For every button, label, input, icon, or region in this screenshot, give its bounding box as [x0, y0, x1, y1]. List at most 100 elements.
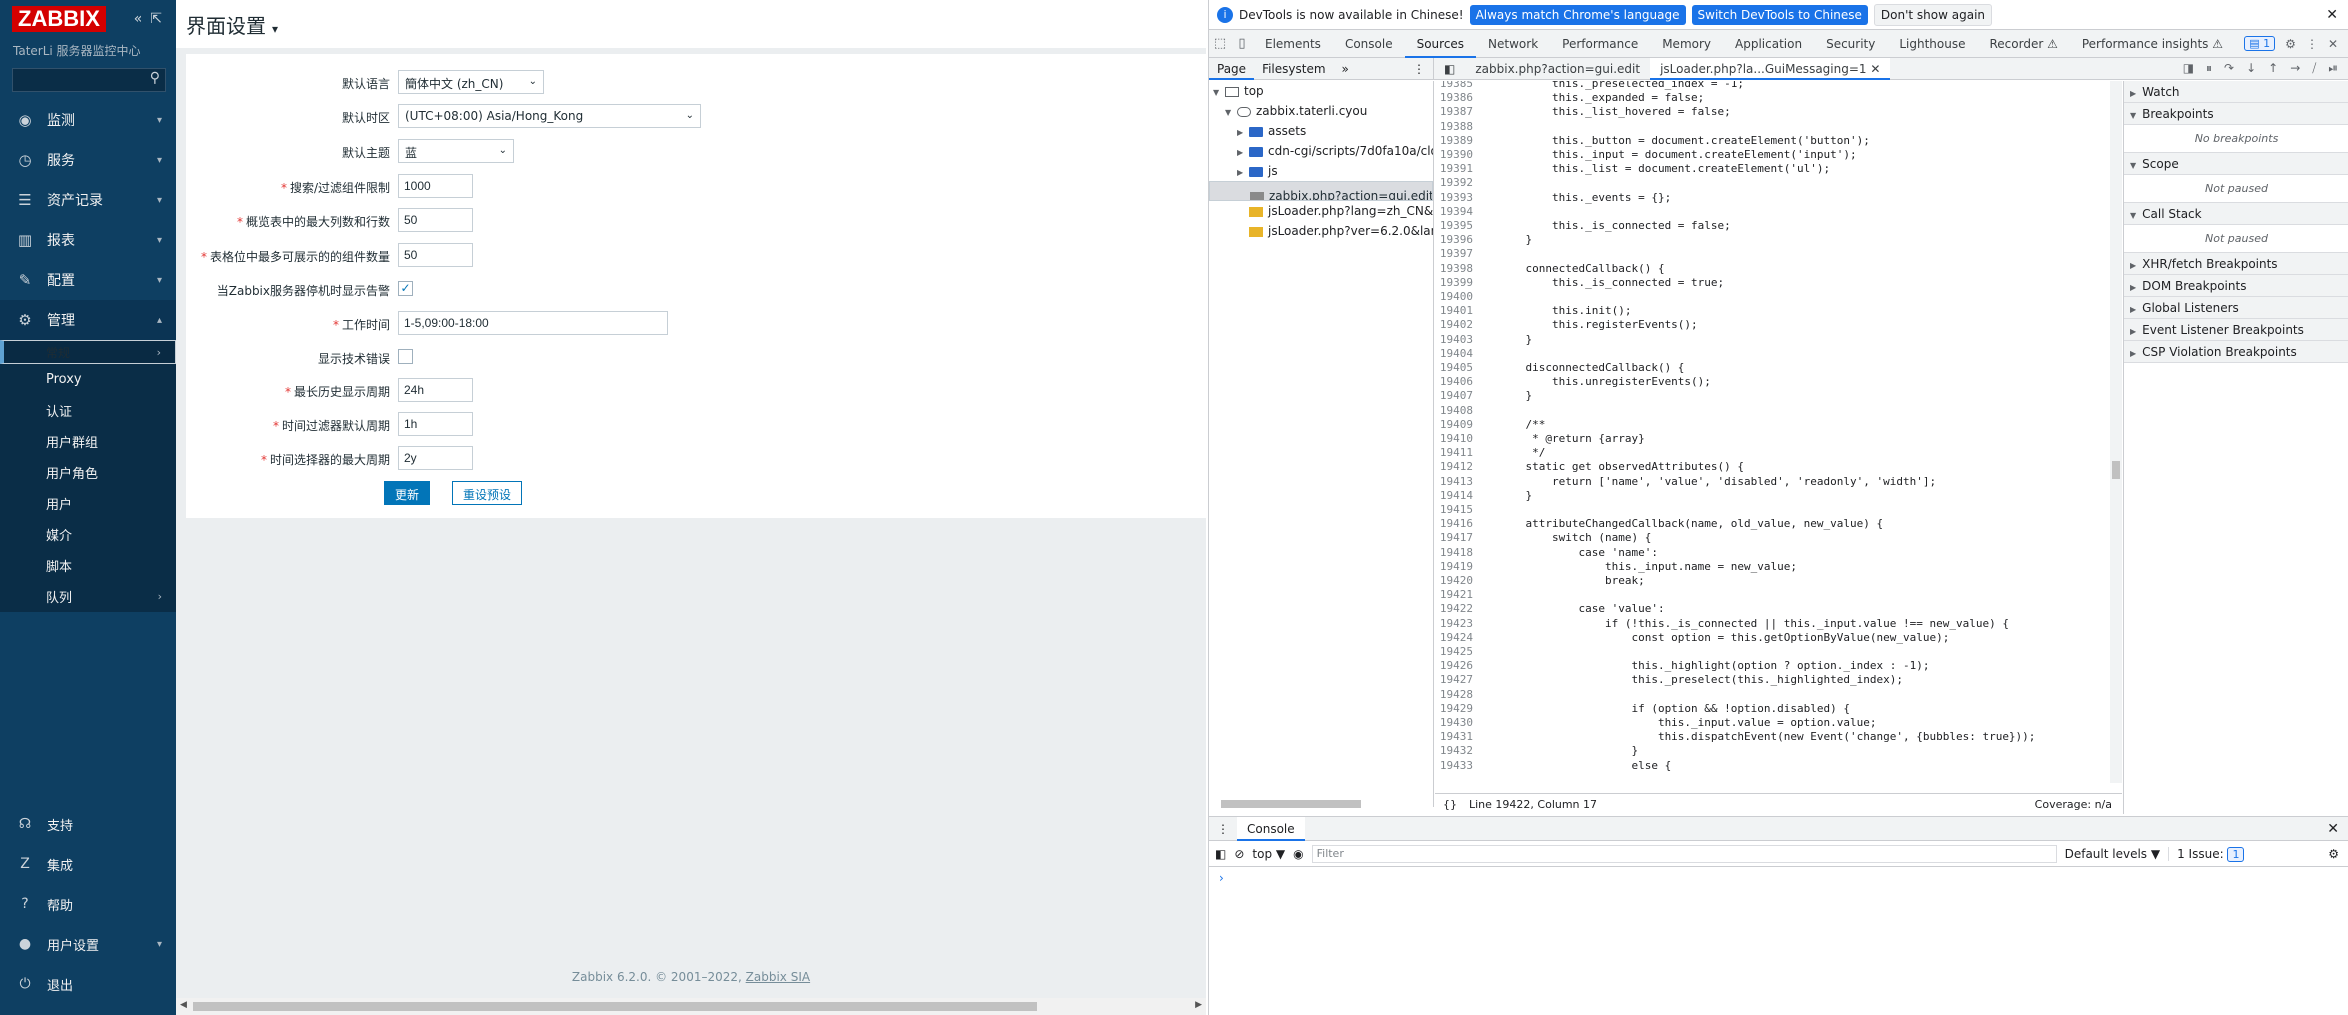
- line-number[interactable]: 19386: [1435, 91, 1485, 104]
- line-number[interactable]: 19427: [1435, 673, 1485, 686]
- code-line[interactable]: this.registerEvents();: [1499, 318, 1698, 331]
- line-number[interactable]: 19423: [1435, 617, 1485, 630]
- section-event-listener-breakpoints[interactable]: ▶ Event Listener Breakpoints: [2124, 319, 2348, 341]
- language-select[interactable]: 簡体中文 (zh_CN) ⌄: [398, 70, 544, 94]
- line-number[interactable]: 19431: [1435, 730, 1485, 743]
- menu-item-services[interactable]: ◷ 服务 ▾: [0, 140, 176, 180]
- line-number[interactable]: 19397: [1435, 247, 1485, 260]
- more-tabs-icon[interactable]: »: [1334, 58, 1357, 80]
- console-issues-button[interactable]: 1 Issue: 1: [2168, 846, 2245, 862]
- tech-errors-checkbox[interactable]: [398, 349, 413, 364]
- tree-node-cdn-cgi[interactable]: ▶ cdn-cgi/scripts/7d0fa10a/cloud: [1209, 141, 1433, 161]
- section-breakpoints[interactable]: ▼ Breakpoints: [2124, 103, 2348, 125]
- tree-node-domain[interactable]: ▼ zabbix.taterli.cyou: [1209, 101, 1433, 121]
- console-prompt[interactable]: ›: [1209, 867, 2348, 889]
- line-number[interactable]: 19394: [1435, 205, 1485, 218]
- console-filter-input[interactable]: Filter: [1311, 844, 2057, 863]
- line-number[interactable]: 19400: [1435, 290, 1485, 303]
- page-horizontal-scrollbar[interactable]: ◀ ▶: [176, 998, 1206, 1015]
- section-call-stack[interactable]: ▼ Call Stack: [2124, 203, 2348, 225]
- tree-node-jsloader-ver[interactable]: jsLoader.php?ver=6.2.0&lang=: [1209, 221, 1433, 241]
- line-number[interactable]: 19395: [1435, 219, 1485, 232]
- menu-item-inventory[interactable]: ☰ 资产记录 ▾: [0, 180, 176, 220]
- code-line[interactable]: this.dispatchEvent(new Event('change', {…: [1499, 730, 2036, 743]
- line-number[interactable]: 19399: [1435, 276, 1485, 289]
- line-number[interactable]: 19416: [1435, 517, 1485, 530]
- search-icon[interactable]: ⚲: [150, 70, 160, 86]
- console-settings-icon[interactable]: ⚙: [2328, 847, 2339, 861]
- selector-period-input[interactable]: [398, 446, 473, 470]
- update-button[interactable]: 更新: [384, 481, 431, 505]
- pretty-print-icon[interactable]: {}: [1443, 798, 1457, 811]
- line-number[interactable]: 19385: [1435, 81, 1485, 90]
- device-toolbar-icon[interactable]: ▯: [1231, 36, 1253, 51]
- pause-icon[interactable]: ⏸: [2206, 61, 2212, 76]
- menu-item-sign-out[interactable]: ⏻ 退出: [0, 964, 176, 1004]
- line-number[interactable]: 19404: [1435, 347, 1485, 360]
- line-number[interactable]: 19420: [1435, 574, 1485, 587]
- line-number[interactable]: 19418: [1435, 546, 1485, 559]
- theme-select[interactable]: 蓝 ⌄: [398, 139, 514, 163]
- issues-badge[interactable]: ▤ 1: [2244, 36, 2276, 51]
- code-line[interactable]: this._highlight(option ? option._index :…: [1499, 659, 1929, 672]
- code-line[interactable]: connectedCallback() {: [1499, 262, 1664, 275]
- scrollbar-thumb[interactable]: [2112, 461, 2120, 479]
- scroll-left-icon[interactable]: ◀: [180, 1000, 187, 1010]
- line-number[interactable]: 19419: [1435, 560, 1485, 573]
- code-line[interactable]: if (!this._is_connected || this._input.v…: [1499, 617, 2009, 630]
- menu-item-support[interactable]: ☊ 支持: [0, 804, 176, 844]
- switch-to-chinese-button[interactable]: Switch DevTools to Chinese: [1691, 4, 1868, 25]
- code-line[interactable]: attributeChangedCallback(name, old_value…: [1499, 517, 1883, 530]
- tab-recorder[interactable]: Recorder ⚠: [1978, 30, 2070, 58]
- code-line[interactable]: }: [1499, 744, 1638, 757]
- line-number[interactable]: 19425: [1435, 645, 1485, 658]
- line-number[interactable]: 19403: [1435, 333, 1485, 346]
- close-drawer-icon[interactable]: ✕: [2327, 821, 2339, 837]
- scrollbar-thumb[interactable]: [1221, 800, 1361, 808]
- dont-show-again-button[interactable]: Don't show again: [1873, 3, 1993, 26]
- section-global-listeners[interactable]: ▶ Global Listeners: [2124, 297, 2348, 319]
- code-line[interactable]: this._events = {};: [1499, 191, 1671, 204]
- code-line[interactable]: this._input.name = new_value;: [1499, 560, 1797, 573]
- code-line[interactable]: this._button = document.createElement('b…: [1499, 134, 1870, 147]
- hide-sidebar-icon[interactable]: ⇱: [150, 11, 162, 27]
- line-number[interactable]: 19398: [1435, 262, 1485, 275]
- menu-item-configuration[interactable]: ✎ 配置 ▾: [0, 260, 176, 300]
- code-line[interactable]: }: [1499, 389, 1532, 402]
- scroll-right-icon[interactable]: ▶: [1195, 1000, 1202, 1010]
- step-out-icon[interactable]: ↑: [2268, 61, 2278, 76]
- menu-item-administration[interactable]: ⚙ 管理 ▴: [0, 300, 176, 340]
- code-line[interactable]: }: [1499, 233, 1532, 246]
- tab-filesystem[interactable]: Filesystem: [1254, 58, 1333, 80]
- code-line[interactable]: this.init();: [1499, 304, 1631, 317]
- code-line[interactable]: static get observedAttributes() {: [1499, 460, 1744, 473]
- line-number[interactable]: 19432: [1435, 744, 1485, 757]
- settings-gear-icon[interactable]: ⚙: [2285, 37, 2296, 51]
- line-number[interactable]: 19408: [1435, 404, 1485, 417]
- code-line[interactable]: if (option && !option.disabled) {: [1499, 702, 1850, 715]
- line-number[interactable]: 19393: [1435, 191, 1485, 204]
- zabbix-sia-link[interactable]: Zabbix SIA: [746, 970, 810, 984]
- menu-item-user-settings[interactable]: ● 用户设置 ▾: [0, 924, 176, 964]
- close-devtools-icon[interactable]: ✕: [2328, 37, 2338, 51]
- inspect-element-icon[interactable]: ⬚: [1209, 36, 1231, 51]
- menu-item-reports[interactable]: ▥ 报表 ▾: [0, 220, 176, 260]
- tree-node-js[interactable]: ▶ js: [1209, 161, 1433, 181]
- live-expression-eye-icon[interactable]: ◉: [1293, 847, 1303, 861]
- line-number[interactable]: 19428: [1435, 688, 1485, 701]
- code-line[interactable]: this._is_connected = false;: [1499, 219, 1731, 232]
- tree-node-jsloader-lang[interactable]: jsLoader.php?lang=zh_CN&ver: [1209, 201, 1433, 221]
- zabbix-logo[interactable]: ZABBIX: [12, 6, 106, 32]
- close-icon[interactable]: ✕: [2326, 7, 2338, 23]
- line-number[interactable]: 19413: [1435, 475, 1485, 488]
- step-icon[interactable]: →: [2290, 61, 2300, 76]
- tab-application[interactable]: Application: [1723, 30, 1814, 58]
- line-number[interactable]: 19414: [1435, 489, 1485, 502]
- submenu-item-proxy[interactable]: Proxy: [0, 364, 176, 395]
- menu-item-help[interactable]: ? 帮助: [0, 884, 176, 924]
- code-line[interactable]: else {: [1499, 759, 1671, 772]
- tab-page[interactable]: Page: [1209, 58, 1255, 80]
- line-number[interactable]: 19392: [1435, 176, 1485, 189]
- clear-console-icon[interactable]: ⊘: [1234, 847, 1244, 861]
- line-number[interactable]: 19429: [1435, 702, 1485, 715]
